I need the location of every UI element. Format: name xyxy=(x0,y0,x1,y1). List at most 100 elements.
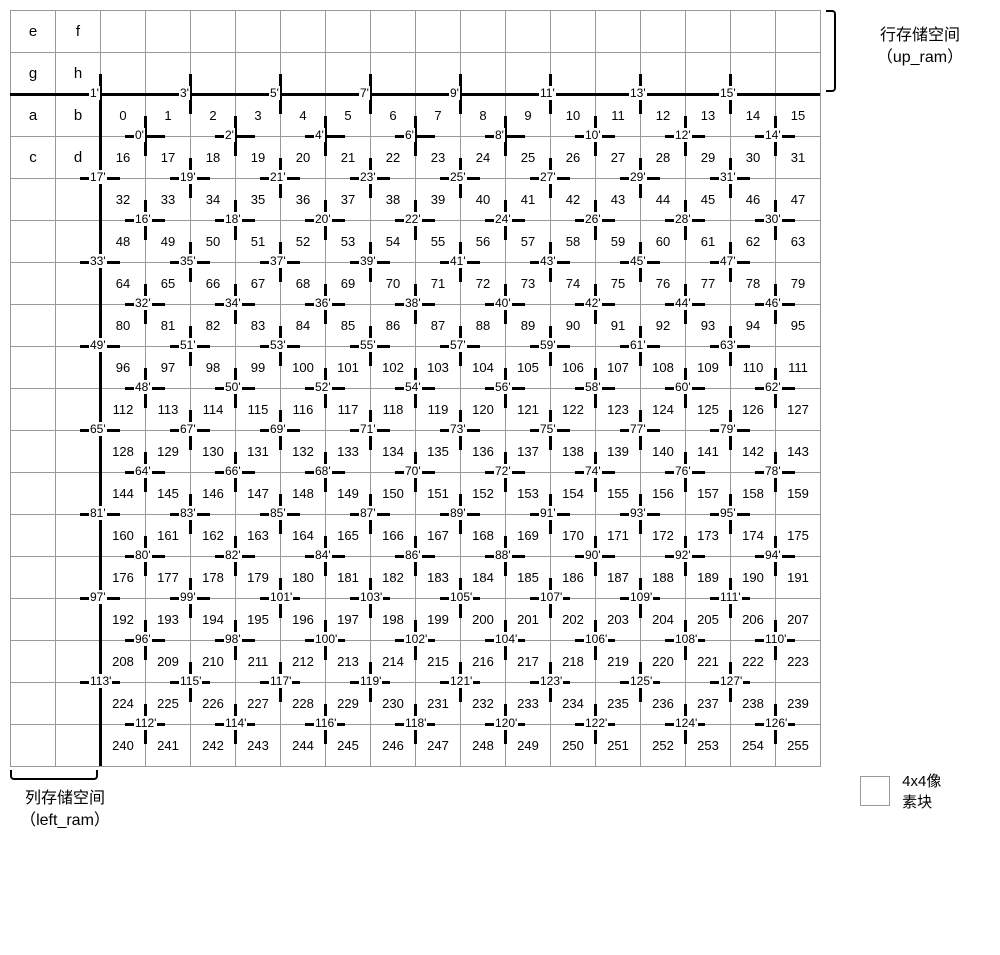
prime-28: 28' xyxy=(674,212,692,226)
prime-59: 59' xyxy=(539,338,557,352)
prime-112: 112' xyxy=(134,716,157,730)
prime-109: 109' xyxy=(629,590,653,604)
prime-99: 99' xyxy=(179,590,197,604)
prime-105: 105' xyxy=(449,590,473,604)
legend-box xyxy=(860,776,890,806)
cell-241: 241 xyxy=(146,725,191,767)
cell-156: 156 xyxy=(641,473,686,515)
prime-10: 10' xyxy=(584,128,602,142)
prime-108: 108' xyxy=(674,632,698,646)
prime-121: 121' xyxy=(449,674,473,688)
cell-176: 176 xyxy=(101,557,146,599)
prime-61: 61' xyxy=(629,338,647,352)
cell-7: 7 xyxy=(416,95,461,137)
prime-93: 93' xyxy=(629,506,647,520)
prime-94: 94' xyxy=(764,548,782,562)
cell-146: 146 xyxy=(191,473,236,515)
cell-54: 54 xyxy=(371,221,416,263)
prime-86: 86' xyxy=(404,548,422,562)
cell-95: 95 xyxy=(776,305,821,347)
cell-223: 223 xyxy=(776,641,821,683)
cell-82: 82 xyxy=(191,305,236,347)
cell-b: b xyxy=(56,95,101,137)
cell-171: 171 xyxy=(596,515,641,557)
prime-58: 58' xyxy=(584,380,602,394)
prime-117: 117' xyxy=(269,674,292,688)
prime-1: 1' xyxy=(89,86,100,100)
cell-173: 173 xyxy=(686,515,731,557)
prime-50: 50' xyxy=(224,380,242,394)
prime-72: 72' xyxy=(494,464,512,478)
prime-62: 62' xyxy=(764,380,782,394)
prime-90: 90' xyxy=(584,548,602,562)
prime-103: 103' xyxy=(359,590,383,604)
cell-101: 101 xyxy=(326,347,371,389)
cell-g: g xyxy=(11,53,56,95)
cell-112: 112 xyxy=(101,389,146,431)
prime-77: 77' xyxy=(629,422,647,436)
cell-111: 111 xyxy=(776,347,821,389)
cell-141: 141 xyxy=(686,431,731,473)
prime-7: 7' xyxy=(359,86,370,100)
cell-152: 152 xyxy=(461,473,506,515)
prime-69: 69' xyxy=(269,422,287,436)
prime-66: 66' xyxy=(224,464,242,478)
cell-77: 77 xyxy=(686,263,731,305)
cell-133: 133 xyxy=(326,431,371,473)
prime-96: 96' xyxy=(134,632,152,646)
cell-244: 244 xyxy=(281,725,326,767)
cell-248: 248 xyxy=(461,725,506,767)
prime-88: 88' xyxy=(494,548,512,562)
prime-84: 84' xyxy=(314,548,332,562)
prime-6: 6' xyxy=(404,128,415,142)
cell-252: 252 xyxy=(641,725,686,767)
prime-123: 123' xyxy=(539,674,563,688)
cell-73: 73 xyxy=(506,263,551,305)
cell-124: 124 xyxy=(641,389,686,431)
prime-70: 70' xyxy=(404,464,422,478)
cell-163: 163 xyxy=(236,515,281,557)
prime-55: 55' xyxy=(359,338,377,352)
prime-0: 0' xyxy=(134,128,145,142)
prime-85: 85' xyxy=(269,506,287,520)
cell-158: 158 xyxy=(731,473,776,515)
prime-95: 95' xyxy=(719,506,737,520)
cell-f: f xyxy=(56,11,101,53)
cell-63: 63 xyxy=(776,221,821,263)
prime-100: 100' xyxy=(314,632,338,646)
prime-73: 73' xyxy=(449,422,467,436)
cell-35: 35 xyxy=(236,179,281,221)
cell-127: 127 xyxy=(776,389,821,431)
prime-54: 54' xyxy=(404,380,422,394)
cell-71: 71 xyxy=(416,263,461,305)
prime-60: 60' xyxy=(674,380,692,394)
prime-23: 23' xyxy=(359,170,377,184)
cell-97: 97 xyxy=(146,347,191,389)
prime-107: 107' xyxy=(539,590,563,604)
cell-86: 86 xyxy=(371,305,416,347)
prime-27: 27' xyxy=(539,170,557,184)
prime-104: 104' xyxy=(494,632,518,646)
cell-169: 169 xyxy=(506,515,551,557)
cell-15: 15 xyxy=(776,95,821,137)
prime-115: 115' xyxy=(179,674,202,688)
cell-178: 178 xyxy=(191,557,236,599)
prime-29: 29' xyxy=(629,170,647,184)
prime-67: 67' xyxy=(179,422,197,436)
prime-119: 119' xyxy=(359,674,382,688)
prime-122: 122' xyxy=(584,716,608,730)
cell-22: 22 xyxy=(371,137,416,179)
cell-193: 193 xyxy=(146,599,191,641)
prime-12: 12' xyxy=(674,128,692,142)
prime-56: 56' xyxy=(494,380,512,394)
cell-242: 242 xyxy=(191,725,236,767)
cell-161: 161 xyxy=(146,515,191,557)
cell-1: 1 xyxy=(146,95,191,137)
cell-144: 144 xyxy=(101,473,146,515)
cell-247: 247 xyxy=(416,725,461,767)
prime-44: 44' xyxy=(674,296,692,310)
cell-191: 191 xyxy=(776,557,821,599)
cell-11: 11 xyxy=(596,95,641,137)
cell-13: 13 xyxy=(686,95,731,137)
prime-43: 43' xyxy=(539,254,557,268)
